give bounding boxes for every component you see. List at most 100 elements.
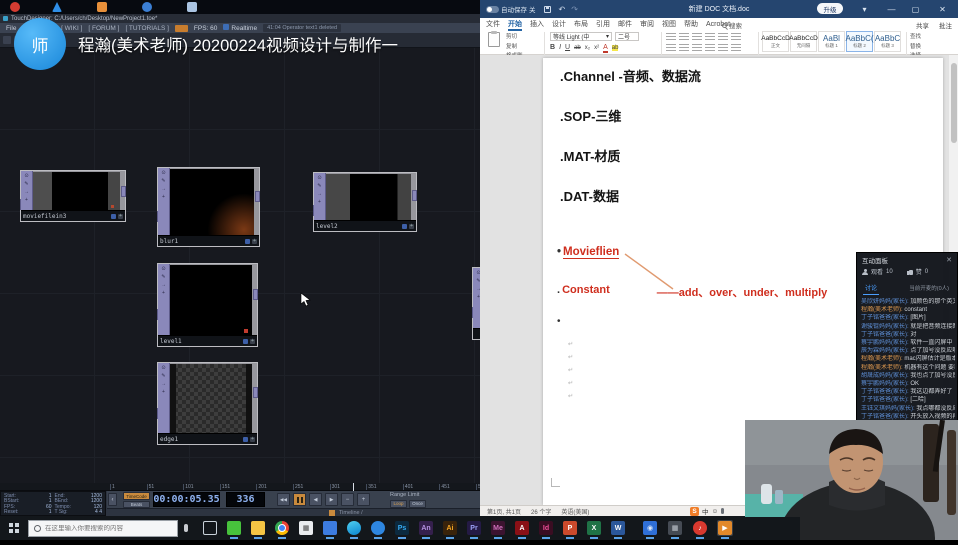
justify-button[interactable] <box>705 44 715 52</box>
tab-mic-list[interactable]: 当前开麦的(0人) <box>909 284 949 292</box>
node-blur1[interactable]: ⊙✎→+ blur1+ <box>157 167 260 247</box>
acrobat-icon[interactable]: A <box>514 520 530 536</box>
tab-布局[interactable]: 布局 <box>574 19 588 29</box>
tab-视图[interactable]: 视图 <box>662 19 676 29</box>
node-partial[interactable]: ⊙✎→+ <box>472 267 480 340</box>
ribbon-options-icon[interactable]: ▾ <box>855 0 874 18</box>
timeline-collapse-button[interactable]: ‹ <box>108 493 117 506</box>
search-input[interactable] <box>45 525 160 532</box>
tab-引用[interactable]: 引用 <box>596 19 610 29</box>
netease-music-icon[interactable]: ♪ <box>692 520 708 536</box>
italic-button[interactable]: I <box>559 44 561 51</box>
node-add-icon[interactable]: + <box>409 224 414 229</box>
mic-icon[interactable] <box>184 524 188 532</box>
go-to-start-button[interactable]: ◀◀ <box>277 493 290 506</box>
align-center-button[interactable] <box>679 44 689 52</box>
minimize-button[interactable]: — <box>882 0 901 18</box>
comments-button[interactable]: 批注 <box>939 20 952 30</box>
sort-button[interactable] <box>731 33 741 41</box>
step-back-button[interactable]: − <box>341 493 354 506</box>
clipboard-item-复制[interactable]: 复制 <box>506 42 523 50</box>
scrollbar-thumb[interactable] <box>951 63 957 143</box>
wechat-icon[interactable] <box>226 520 242 536</box>
excel-icon[interactable]: X <box>586 520 602 536</box>
tab-文件[interactable]: 文件 <box>486 19 500 29</box>
td-tool-icon[interactable] <box>3 36 11 44</box>
font-name-select[interactable]: 等线 Light (中▾ <box>550 32 612 41</box>
tab-帮助[interactable]: 帮助 <box>684 19 698 29</box>
live-class-app-icon[interactable]: ▶ <box>717 520 733 536</box>
node-flags-strip[interactable]: ⊙✎→+ <box>158 363 170 433</box>
chat-app-icon[interactable] <box>322 520 338 536</box>
highlight-button[interactable]: ab <box>612 45 619 51</box>
calculator-icon[interactable]: ▦ <box>298 520 314 536</box>
tab-设计[interactable]: 设计 <box>552 19 566 29</box>
maximize-button[interactable]: ▢ <box>906 0 925 18</box>
underline-button[interactable]: U <box>565 44 570 51</box>
style-标题 2[interactable]: AaBbC(标题 2 <box>846 31 873 52</box>
decrease-indent-button[interactable] <box>705 33 715 41</box>
tab-开始[interactable]: 开始 <box>508 19 522 29</box>
sogou-ime-icon[interactable]: S <box>690 507 699 516</box>
node-add-icon[interactable]: + <box>118 214 123 219</box>
share-button[interactable]: 共享 <box>916 20 929 30</box>
ime-mode-indicator[interactable]: 中 <box>702 506 709 516</box>
tab-邮件[interactable]: 邮件 <box>618 19 632 29</box>
timeline-ruler[interactable]: 151101151201251301351401451501 <box>0 483 480 491</box>
word-count[interactable]: 26 个字 <box>531 507 551 516</box>
numbered-list-button[interactable] <box>679 33 689 41</box>
tab-审阅[interactable]: 审阅 <box>640 19 654 29</box>
style-标题 1[interactable]: AaBl标题 1 <box>818 31 845 52</box>
step-forward-button[interactable]: + <box>357 493 370 506</box>
node-add-icon[interactable]: + <box>250 437 255 442</box>
paste-button[interactable] <box>488 32 500 47</box>
subscript-button[interactable]: x₂ <box>585 45 590 51</box>
orange-app-desktop-icon[interactable] <box>97 2 107 12</box>
wegame-desktop-icon[interactable] <box>52 2 62 12</box>
node-flag-icon[interactable] <box>111 214 116 219</box>
style-标题 3[interactable]: AaBbC标题 3 <box>874 31 901 52</box>
node-level1[interactable]: ⊙✎→+ level1+ <box>157 263 258 347</box>
node-flags-strip[interactable]: ⊙✎→+ <box>314 173 326 220</box>
ime-emoji-icon[interactable]: ☺ <box>712 508 719 515</box>
close-icon[interactable]: ✕ <box>946 256 952 264</box>
node-flags-strip[interactable]: ⊙✎→+ <box>21 171 33 210</box>
indesign-icon[interactable]: Id <box>538 520 554 536</box>
beats-mode-button[interactable]: Beats <box>123 501 150 508</box>
autosave-toggle[interactable]: 自动保存 关 <box>486 4 536 14</box>
close-button[interactable]: ✕ <box>933 0 952 18</box>
powerpoint-icon[interactable]: P <box>562 520 578 536</box>
node-flag-icon[interactable] <box>402 224 407 229</box>
edge-icon[interactable] <box>346 520 362 536</box>
chrome-icon[interactable] <box>274 520 290 536</box>
timecode-mode-button[interactable]: TimeCode <box>123 492 150 500</box>
upgrade-button[interactable]: 升级 <box>817 3 843 14</box>
line-spacing-button[interactable] <box>718 44 728 52</box>
bullet-list-button[interactable] <box>666 33 676 41</box>
undo-icon[interactable]: ↶ <box>559 5 566 14</box>
ime-mic-icon[interactable] <box>721 508 724 514</box>
premiere-icon[interactable]: Pr <box>466 520 482 536</box>
capture-app-icon[interactable]: ◉ <box>642 520 658 536</box>
ribbon-search[interactable]: 搜索 <box>722 20 742 30</box>
play-reverse-button[interactable]: ◀ <box>309 493 322 506</box>
font-size-select[interactable]: 二号 <box>615 32 639 41</box>
style-无间隔[interactable]: AaBbCcD无间隔 <box>790 31 817 52</box>
task-view-icon[interactable] <box>202 520 218 536</box>
redo-icon[interactable]: ↷ <box>571 5 578 14</box>
netease-desktop-icon[interactable] <box>10 2 20 12</box>
page-indicator[interactable]: 第1页, 共1页 <box>487 507 521 516</box>
td-node-editor[interactable]: ⊙✎→+ moviefilein3+ ⊙✎→+ blur1+ ⊙✎→+ leve… <box>0 48 480 483</box>
strikethrough-button[interactable]: ab <box>574 45 581 51</box>
node-edge1[interactable]: ⊙✎→+ edge1+ <box>157 362 258 445</box>
play-forward-button[interactable]: ▶ <box>325 493 338 506</box>
increase-indent-button[interactable] <box>718 33 728 41</box>
word-icon[interactable]: W <box>610 520 626 536</box>
align-right-button[interactable] <box>692 44 702 52</box>
blue-circle-desktop-icon[interactable] <box>142 2 152 12</box>
media-encoder-icon[interactable]: Me <box>490 520 506 536</box>
utility-app-icon[interactable]: ▦ <box>667 520 683 536</box>
node-flags-strip[interactable]: ⊙✎→+ <box>473 268 480 328</box>
multilevel-list-button[interactable] <box>692 33 702 41</box>
photoshop-icon[interactable]: Ps <box>394 520 410 536</box>
